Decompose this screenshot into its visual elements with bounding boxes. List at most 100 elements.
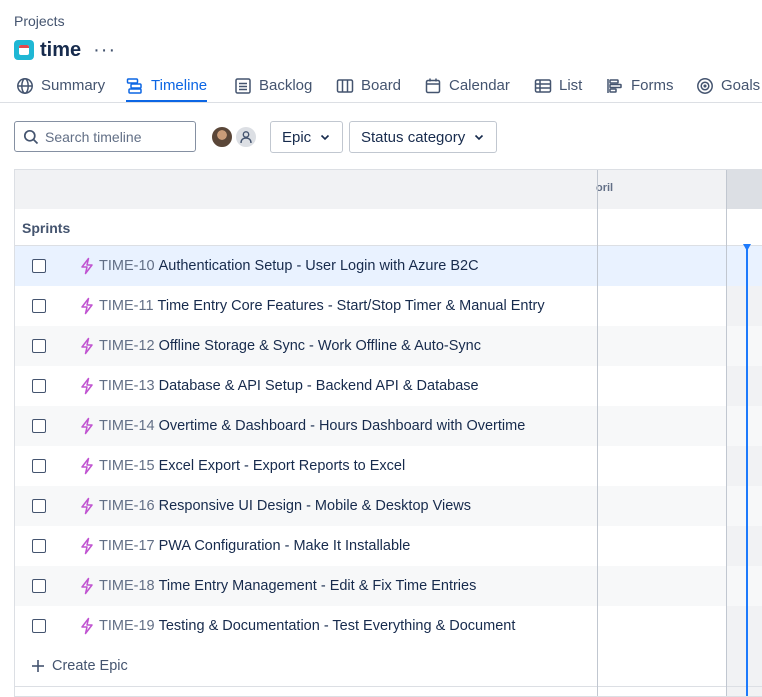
epic-key-title[interactable]: TIME-15 Excel Export - Export Reports to … [99, 458, 405, 474]
month-label: oril [596, 182, 614, 194]
project-title: time [40, 38, 82, 61]
search-icon [23, 129, 39, 144]
epic-row[interactable]: TIME-11 Time Entry Core Features - Start/… [15, 286, 762, 326]
avatar[interactable] [210, 125, 234, 149]
epic-key-title[interactable]: TIME-16 Responsive UI Design - Mobile & D… [99, 498, 471, 514]
epic-key: TIME-15 [99, 458, 155, 474]
epic-row[interactable]: TIME-16 Responsive UI Design - Mobile & D… [15, 486, 762, 526]
epic-key-title[interactable]: TIME-14 Overtime & Dashboard - Hours Dash… [99, 418, 525, 434]
timeline-header: oril [15, 170, 762, 210]
epic-key-title[interactable]: TIME-13 Database & API Setup - Backend AP… [99, 378, 479, 394]
row-checkbox[interactable] [32, 459, 46, 473]
board-icon [336, 78, 354, 93]
epic-row[interactable]: TIME-13 Database & API Setup - Backend AP… [15, 366, 762, 406]
tab-backlog[interactable]: Backlog [234, 70, 312, 101]
tab-summary-label: Summary [41, 77, 106, 94]
epic-filter-label: Epic [282, 128, 312, 146]
epic-row[interactable]: TIME-14 Overtime & Dashboard - Hours Dash… [15, 406, 762, 446]
epic-icon [81, 577, 93, 595]
list-icon [534, 78, 552, 93]
tab-list-label: List [559, 77, 583, 94]
tab-forms[interactable]: Forms [606, 70, 674, 101]
epic-key: TIME-10 [99, 258, 155, 274]
create-epic-label: Create Epic [52, 658, 128, 674]
epic-row[interactable]: TIME-10 Authentication Setup - User Login… [15, 246, 762, 286]
epic-title: Overtime & Dashboard - Hours Dashboard w… [158, 418, 526, 434]
globe-icon [17, 77, 33, 94]
row-checkbox[interactable] [32, 539, 46, 553]
epic-key-title[interactable]: TIME-10 Authentication Setup - User Login… [99, 258, 479, 274]
epic-key-title[interactable]: TIME-19 Testing & Documentation - Test Ev… [99, 618, 515, 634]
today-marker [743, 244, 751, 251]
tab-calendar-label: Calendar [449, 77, 510, 94]
epic-icon [81, 377, 93, 395]
epic-icon [81, 617, 93, 635]
epic-title: Excel Export - Export Reports to Excel [158, 458, 406, 474]
more-actions-button[interactable]: ··· [93, 40, 116, 60]
row-checkbox[interactable] [32, 419, 46, 433]
row-checkbox[interactable] [32, 499, 46, 513]
tab-goals[interactable]: Goals [696, 70, 760, 101]
row-checkbox[interactable] [32, 379, 46, 393]
timeline-icon [126, 77, 142, 94]
chevron-down-icon [321, 134, 330, 141]
list-timeline-divider[interactable] [597, 170, 598, 696]
tab-forms-label: Forms [631, 77, 674, 94]
epic-title: Offline Storage & Sync - Work Offline & … [158, 338, 481, 354]
tab-calendar[interactable]: Calendar [424, 70, 510, 101]
tab-backlog-label: Backlog [259, 77, 313, 94]
calendar-icon [425, 78, 441, 93]
epic-key: TIME-14 [99, 418, 155, 434]
epic-icon [81, 537, 93, 555]
epic-key: TIME-11 [99, 298, 154, 314]
tab-board[interactable]: Board [336, 70, 401, 101]
search-input[interactable] [45, 128, 185, 145]
status-category-filter-button[interactable]: Status category [349, 121, 498, 153]
row-checkbox[interactable] [32, 579, 46, 593]
epic-key-title[interactable]: TIME-12 Offline Storage & Sync - Work Off… [99, 338, 481, 354]
epic-icon [81, 297, 93, 315]
epic-icon [81, 497, 93, 515]
epic-key-title[interactable]: TIME-11 Time Entry Core Features - Start/… [99, 298, 545, 314]
row-checkbox[interactable] [32, 619, 46, 633]
epic-key-title[interactable]: TIME-17 PWA Configuration - Make It Insta… [99, 538, 410, 554]
epic-key: TIME-13 [99, 378, 155, 394]
epic-row[interactable]: TIME-12 Offline Storage & Sync - Work Off… [15, 326, 762, 366]
epic-row[interactable]: TIME-15 Excel Export - Export Reports to … [15, 446, 762, 486]
tab-board-label: Board [361, 77, 402, 94]
create-epic-button[interactable]: Create Epic [15, 646, 597, 686]
person-icon [240, 131, 252, 144]
epic-key-title[interactable]: TIME-18 Time Entry Management - Edit & Fi… [99, 578, 476, 594]
sprints-label: Sprints [22, 220, 71, 236]
current-period-header [726, 170, 762, 209]
epic-filter-button[interactable]: Epic [270, 121, 344, 153]
tab-list[interactable]: List [534, 70, 582, 101]
search-timeline-field[interactable] [14, 121, 196, 152]
sprints-row: Sprints [15, 209, 762, 246]
epic-row[interactable]: TIME-17 PWA Configuration - Make It Insta… [15, 526, 762, 566]
epic-key: TIME-19 [99, 618, 155, 634]
tab-timeline-label: Timeline [151, 77, 208, 94]
epic-row[interactable]: TIME-18 Time Entry Management - Edit & Fi… [15, 566, 762, 606]
timeline-grid: oril Sprints TIME-10 Authentication Setup… [14, 169, 762, 697]
epic-icon [81, 417, 93, 435]
tab-timeline[interactable]: Timeline [126, 70, 208, 102]
epic-key: TIME-17 [99, 538, 155, 554]
project-calendar-icon [14, 40, 34, 60]
row-checkbox[interactable] [32, 259, 46, 273]
chevron-down-icon [475, 134, 484, 141]
epic-key: TIME-18 [99, 578, 155, 594]
project-tabs: Summary Timeline Backlog Board Calendar … [0, 70, 762, 103]
breadcrumb[interactable]: Projects [14, 13, 65, 29]
tab-summary[interactable]: Summary [16, 70, 105, 101]
epic-row[interactable]: TIME-19 Testing & Documentation - Test Ev… [15, 606, 762, 646]
goals-icon [697, 77, 713, 94]
status-filter-label: Status category [361, 128, 466, 146]
today-line [746, 246, 748, 696]
row-checkbox[interactable] [32, 299, 46, 313]
unassigned-avatar[interactable] [234, 125, 258, 149]
period-gridline [726, 170, 727, 696]
epic-list: TIME-10 Authentication Setup - User Login… [15, 246, 762, 646]
row-checkbox[interactable] [32, 339, 46, 353]
plus-icon [32, 660, 44, 672]
